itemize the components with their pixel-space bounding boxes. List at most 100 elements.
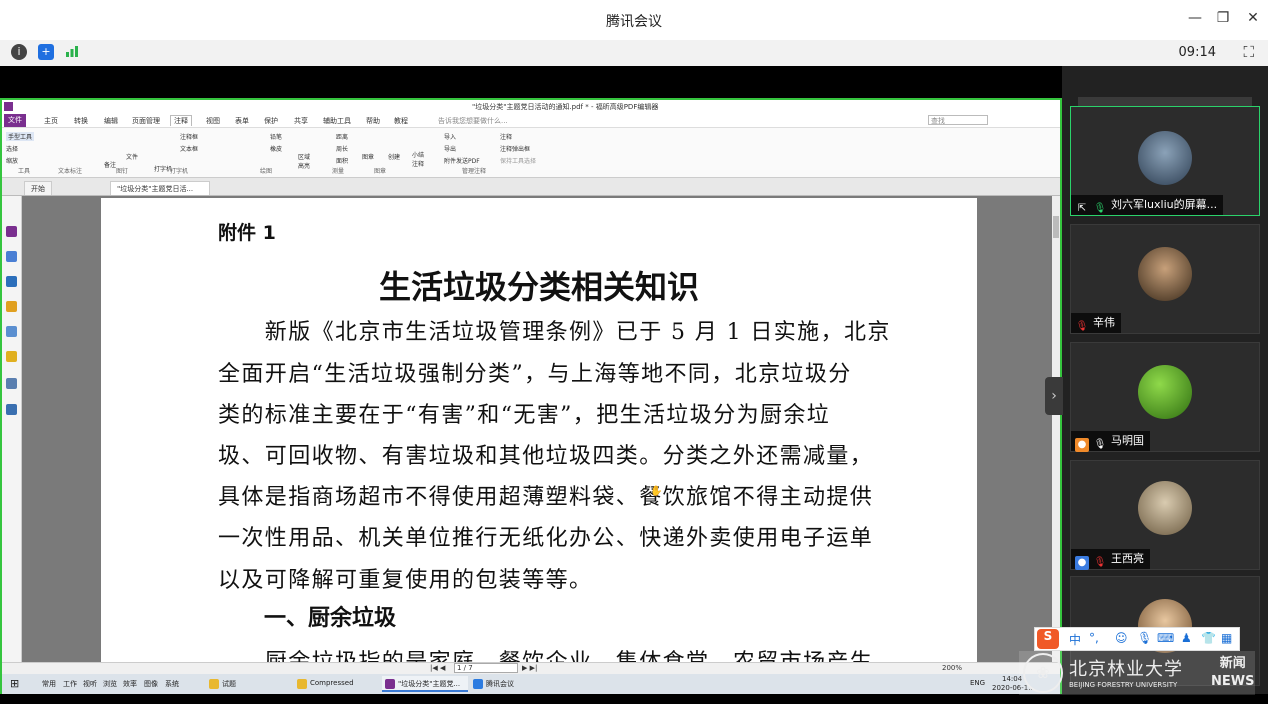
distance-button[interactable]: 距离 (336, 132, 348, 141)
tab-file[interactable]: 文件 (4, 114, 26, 127)
participant-tile[interactable]: ⇱ 🎙 刘六军luxliu的屏幕... (1070, 106, 1260, 216)
participant-tile[interactable]: ● 🎙 马明国 (1070, 342, 1260, 452)
folder-icon (297, 679, 307, 689)
pencil-button[interactable]: 铅笔 (270, 132, 282, 141)
toolbar-label[interactable]: 视听 (83, 679, 97, 689)
send-pdf-button[interactable]: 附件发送PDF (444, 156, 480, 165)
fields-icon[interactable] (6, 378, 17, 389)
maximize-button[interactable]: ❐ (1213, 10, 1233, 26)
signal-icon[interactable] (64, 44, 80, 60)
zoom-tool[interactable]: 缩放 (6, 156, 18, 165)
tab-comment[interactable]: 注释 (170, 115, 192, 126)
perimeter-button[interactable]: 周长 (336, 144, 348, 153)
document-title: 生活垃圾分类相关知识 (378, 268, 699, 306)
tab-tutorial[interactable]: 教程 (394, 116, 408, 126)
toolbox-icon[interactable]: ▦ (1221, 631, 1232, 645)
participant-namebar: 🎙 辛伟 (1071, 313, 1121, 333)
popup-dropdown[interactable]: 注释弹出框 (500, 144, 530, 153)
ime-lang[interactable]: 中 (1069, 631, 1081, 648)
bookmark-icon[interactable] (6, 226, 17, 237)
tab-accessibility[interactable]: 辅助工具 (323, 116, 351, 126)
tab-convert[interactable]: 转换 (74, 116, 88, 126)
pages-icon[interactable] (6, 251, 17, 262)
fullscreen-icon[interactable]: ⛶ (1243, 43, 1254, 61)
skin-icon[interactable]: 👕 (1201, 631, 1216, 645)
toolbar-label[interactable]: 常用 (42, 679, 56, 689)
tell-me-search[interactable]: 告诉我您想要做什么... (438, 116, 508, 126)
taskbar-app[interactable]: 腾讯会议 (470, 676, 556, 692)
tab-start[interactable]: 开始 (24, 181, 52, 195)
news-en: NEWS (1211, 674, 1255, 689)
taskbar-app[interactable]: Compressed (294, 676, 380, 692)
tab-protect[interactable]: 保护 (264, 116, 278, 126)
attachment-label: 附件 1 (218, 222, 276, 244)
note-button[interactable]: 备注 (104, 160, 116, 169)
attachment-icon[interactable] (6, 326, 17, 337)
voice-icon[interactable]: 🎙 (1137, 631, 1152, 645)
user-center-icon[interactable]: ♟ (1181, 631, 1192, 645)
hand-tool[interactable]: 手型工具 (6, 132, 35, 141)
pdf-window-title: "垃圾分类"主题党日活动的通知.pdf * - 福昕高级PDF编辑器 (472, 103, 659, 111)
area-highlight-button[interactable]: 区域高亮 (298, 152, 312, 170)
comments-icon[interactable] (6, 301, 17, 312)
sogou-logo-icon[interactable]: S (1037, 629, 1059, 649)
participant-name: 王西亮 (1111, 552, 1144, 565)
signature-icon[interactable] (6, 404, 17, 415)
tab-page-manage[interactable]: 页面管理 (132, 116, 160, 126)
close-button[interactable]: ✕ (1243, 10, 1263, 26)
group-label: 工具 (18, 168, 31, 175)
group-label: 管理注释 (462, 168, 487, 175)
tab-help[interactable]: 帮助 (366, 116, 380, 126)
meeting-toolbar: i + 09:14 ⛶ (0, 40, 1268, 66)
keyboard-icon[interactable]: ⌨ (1157, 631, 1174, 645)
next-page-icon[interactable]: ▶ ▶| (522, 664, 537, 672)
page-number-input[interactable]: 1 / 7 (454, 663, 518, 673)
collapse-sidebar-button[interactable]: › (1045, 377, 1063, 415)
user-icon: ● (1075, 438, 1089, 452)
windows-start-icon[interactable]: ⊞ (10, 677, 19, 690)
find-input[interactable]: 查找 (928, 115, 988, 125)
input-language[interactable]: ENG (970, 679, 985, 687)
layers-icon[interactable] (6, 276, 17, 287)
toolbar-label[interactable]: 浏览 (103, 679, 117, 689)
taskbar-app[interactable]: "垃圾分类"主题党... (382, 676, 468, 692)
participant-tile[interactable]: ● 🎙 王西亮 (1070, 460, 1260, 570)
toolbar-label[interactable]: 系统 (165, 679, 179, 689)
zoom-level[interactable]: 200% (942, 664, 962, 672)
tab-edit[interactable]: 编辑 (104, 116, 118, 126)
file-attach-button[interactable]: 文件 (126, 152, 138, 161)
toolbar-label[interactable]: 图像 (144, 679, 158, 689)
tab-document[interactable]: "垃圾分类"主题党日活... (110, 181, 210, 195)
comment-dropdown[interactable]: 注释 (500, 132, 512, 141)
export-button[interactable]: 导出 (444, 144, 456, 153)
import-button[interactable]: 导入 (444, 132, 456, 141)
info-icon[interactable]: i (11, 44, 27, 60)
tab-view[interactable]: 视图 (206, 116, 220, 126)
select-tool[interactable]: 选择 (6, 144, 18, 153)
lock-icon[interactable] (6, 351, 17, 362)
security-shield-icon[interactable]: + (38, 44, 54, 60)
scroll-thumb[interactable] (1053, 216, 1059, 238)
taskbar-app[interactable]: 试题 (206, 676, 292, 692)
pdf-viewer[interactable]: 附件 1 生活垃圾分类相关知识 新版《北京市生活垃圾管理条例》已于 5 月 1 … (22, 196, 1052, 662)
stamp-button[interactable]: 图章 (362, 152, 374, 161)
create-stamp-button[interactable]: 创建 (388, 152, 400, 161)
bottom-strip (0, 694, 1268, 704)
tab-share[interactable]: 共享 (294, 116, 308, 126)
area-button[interactable]: 面积 (336, 156, 348, 165)
tab-form[interactable]: 表单 (235, 116, 249, 126)
keep-tool-checkbox[interactable]: 保持工具选择 (500, 156, 536, 165)
participant-tile[interactable]: 🎙 辛伟 (1070, 224, 1260, 334)
toolbar-label[interactable]: 工作 (63, 679, 77, 689)
pdf-scrollbar[interactable] (1052, 196, 1060, 662)
ime-punct[interactable]: °, (1089, 631, 1099, 645)
tab-home[interactable]: 主页 (44, 116, 58, 126)
eraser-button[interactable]: 橡皮 (270, 144, 282, 153)
emoji-icon[interactable]: ☺ (1115, 631, 1128, 645)
minimize-button[interactable]: — (1185, 10, 1205, 26)
textbox-button[interactable]: 文本框 (180, 144, 198, 153)
first-page-icon[interactable]: |◀ ◀ (430, 664, 445, 672)
callout-button[interactable]: 注释框 (180, 132, 198, 141)
summarize-comments-button[interactable]: 小结注释 (412, 150, 426, 168)
toolbar-label[interactable]: 效率 (123, 679, 137, 689)
